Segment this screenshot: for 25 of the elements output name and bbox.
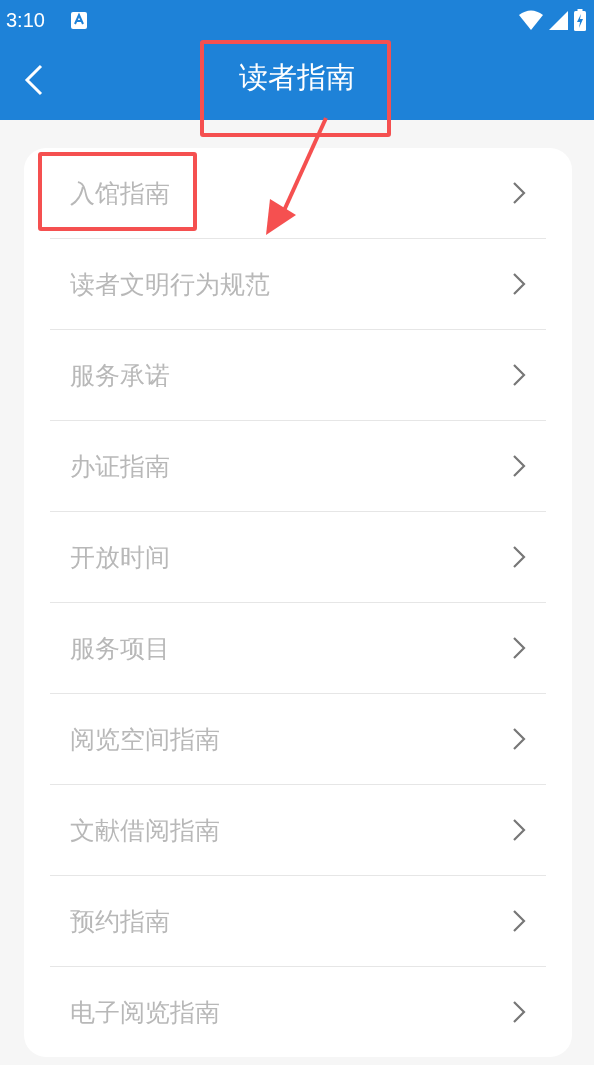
menu-item[interactable]: 读者文明行为规范 (50, 239, 546, 330)
chevron-right-icon (512, 363, 526, 387)
chevron-right-icon (512, 272, 526, 296)
status-time: 3:10 (6, 8, 45, 32)
menu-item[interactable]: 开放时间 (50, 512, 546, 603)
signal-icon (549, 10, 568, 30)
menu-item[interactable]: 服务项目 (50, 603, 546, 694)
menu-item[interactable]: 预约指南 (50, 876, 546, 967)
keyboard-icon (70, 11, 87, 29)
menu-item[interactable]: 服务承诺 (50, 330, 546, 421)
chevron-right-icon (512, 818, 526, 842)
chevron-right-icon (512, 181, 526, 205)
chevron-right-icon (512, 1000, 526, 1024)
battery-icon (574, 9, 586, 31)
chevron-right-icon (512, 545, 526, 569)
chevron-right-icon (512, 727, 526, 751)
page-title: 读者指南 (239, 59, 355, 96)
wifi-icon (519, 10, 543, 30)
menu-item[interactable]: 阅览空间指南 (50, 694, 546, 785)
chevron-right-icon (512, 909, 526, 933)
menu-item[interactable]: 文献借阅指南 (50, 785, 546, 876)
menu-item[interactable]: 办证指南 (50, 421, 546, 512)
chevron-right-icon (512, 454, 526, 478)
menu-item[interactable]: 电子阅览指南 (50, 967, 546, 1057)
chevron-right-icon (512, 636, 526, 660)
